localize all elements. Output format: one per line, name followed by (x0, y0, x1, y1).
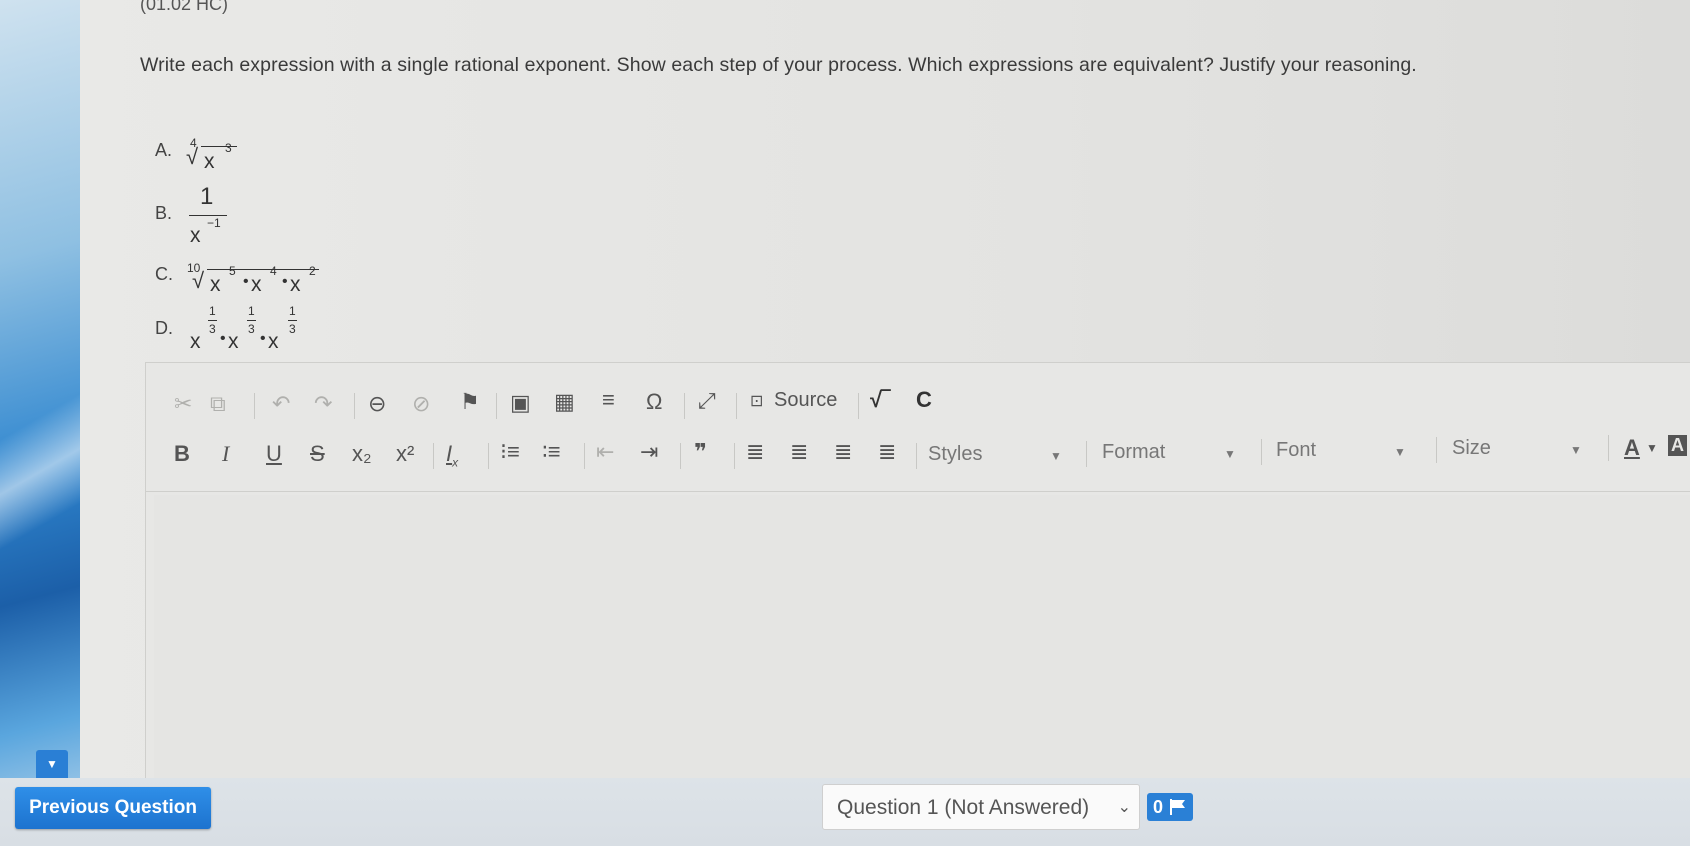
size-dropdown[interactable]: Size ▼ (1452, 437, 1600, 467)
exponent: −1 (207, 216, 221, 230)
chevron-down-icon: ⌄ (1117, 799, 1131, 816)
blockquote-icon[interactable]: ❞ (694, 439, 707, 465)
justify-icon[interactable]: ≣ (878, 439, 896, 465)
chevron-down-icon: ▼ (1224, 447, 1236, 461)
italic-button[interactable]: I (222, 441, 229, 467)
decrease-indent-icon[interactable]: ⇤ (596, 439, 614, 465)
flag-count: 0 (1153, 797, 1164, 817)
link-icon[interactable]: ⊖ (368, 391, 386, 417)
font-label: Font (1276, 439, 1317, 461)
chemistry-icon[interactable]: C (916, 387, 932, 413)
equation-icon[interactable]: √‾ (870, 387, 889, 413)
cut-icon[interactable]: ✂ (174, 391, 192, 417)
numerator: 1 (200, 183, 214, 210)
flag-icon (1170, 799, 1185, 815)
remove-format-icon[interactable]: Ix (446, 441, 458, 469)
maximize-icon[interactable]: ⤢ (698, 388, 716, 414)
underline-button[interactable]: U (266, 441, 282, 467)
font-dropdown[interactable]: Font ▼ (1276, 439, 1424, 469)
anchor-flag-icon[interactable]: ⚑ (460, 389, 480, 415)
align-right-icon[interactable]: ≣ (834, 439, 852, 465)
desktop-background-strip (0, 0, 80, 846)
chevron-down-icon: ▼ (1394, 445, 1406, 459)
styles-label: Styles (928, 443, 983, 465)
flag-count-badge[interactable]: 0 (1147, 793, 1193, 821)
editor-toolbar: ✂ ⧉ ↶ ↷ ⊖ ⊘ ⚑ ▣ ▦ ≡ Ω ⤢ ⊡ Source √‾ C B … (146, 363, 1690, 492)
collapse-tab-button[interactable]: ▼ (36, 750, 68, 778)
size-label: Size (1452, 437, 1491, 459)
redo-icon[interactable]: ↷ (314, 391, 332, 417)
table-icon[interactable]: ▦ (554, 389, 575, 415)
text-color-button[interactable]: A (1624, 435, 1640, 461)
undo-icon[interactable]: ↶ (272, 391, 290, 417)
align-center-icon[interactable]: ≣ (790, 439, 808, 465)
option-c-letter: C. (155, 264, 173, 284)
option-b-letter: B. (155, 203, 173, 223)
chevron-down-icon: ▼ (1570, 443, 1582, 457)
exponent: 3 (225, 141, 232, 155)
radical-sign: √ (192, 268, 205, 293)
chevron-down-icon: ▼ (1050, 449, 1062, 463)
option-a-letter: A. (155, 140, 173, 160)
base-x: x (204, 150, 215, 173)
subscript-button[interactable]: x₂ (352, 441, 372, 467)
previous-question-id: (01.02 HC) (140, 0, 229, 14)
background-color-button[interactable]: A (1668, 435, 1687, 456)
horizontal-line-icon[interactable]: ≡ (602, 387, 615, 413)
format-label: Format (1102, 441, 1166, 463)
question-prompt: Write each expression with a single rati… (140, 54, 1417, 76)
bulleted-list-icon[interactable]: ∶≡ (542, 439, 561, 465)
unlink-icon[interactable]: ⊘ (412, 391, 430, 417)
denominator-base: x (190, 224, 201, 247)
numbered-list-icon[interactable]: ⁝≡ (500, 439, 520, 465)
bold-button[interactable]: B (174, 441, 190, 467)
editor-text-area[interactable] (154, 495, 1690, 781)
styles-dropdown[interactable]: Styles ▼ (928, 443, 1076, 473)
source-button[interactable]: Source (774, 389, 837, 412)
copy-icon[interactable]: ⧉ (210, 391, 226, 417)
option-d-letter: D. (155, 318, 173, 338)
special-character-icon[interactable]: Ω (646, 389, 662, 415)
previous-question-button[interactable]: Previous Question (15, 787, 211, 829)
answer-editor: ✂ ⧉ ↶ ↷ ⊖ ⊘ ⚑ ▣ ▦ ≡ Ω ⤢ ⊡ Source √‾ C B … (145, 362, 1690, 782)
chevron-down-icon[interactable]: ▼ (1646, 441, 1658, 455)
strikethrough-button[interactable]: S (310, 441, 325, 467)
radical-sign: √ (186, 144, 199, 169)
image-icon[interactable]: ▣ (510, 390, 531, 416)
superscript-button[interactable]: x² (396, 441, 414, 467)
align-left-icon[interactable]: ≣ (746, 439, 764, 465)
question-select-value: Question 1 (Not Answered) (837, 796, 1090, 819)
source-icon[interactable]: ⊡ (750, 391, 763, 411)
format-dropdown[interactable]: Format ▼ (1102, 441, 1250, 471)
question-select[interactable]: Question 1 (Not Answered) ⌄ (822, 784, 1140, 830)
chevron-down-icon: ▼ (46, 757, 58, 771)
increase-indent-icon[interactable]: ⇥ (640, 439, 658, 465)
